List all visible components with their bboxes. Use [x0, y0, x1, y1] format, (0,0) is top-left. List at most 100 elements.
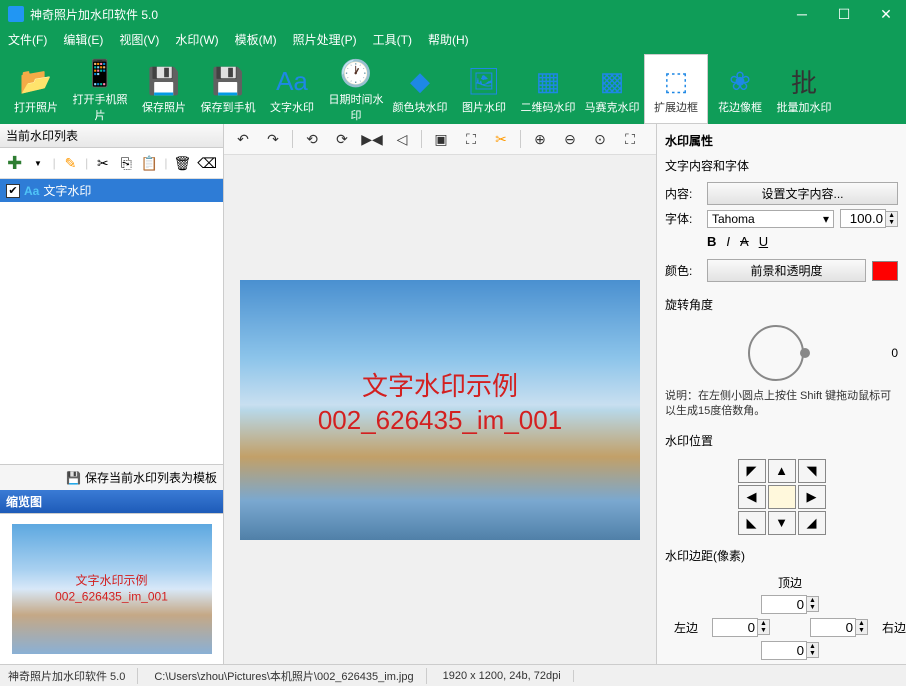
flip-v-icon[interactable]: ◁ — [391, 128, 413, 150]
tool-11[interactable]: ❀花边像框 — [708, 54, 772, 124]
save-icon: 💾 — [66, 471, 81, 485]
minimize-button[interactable]: ─ — [790, 6, 814, 23]
tool-5[interactable]: 🕐日期时间水印 — [324, 54, 388, 124]
pos-tr[interactable]: ◥ — [798, 459, 826, 483]
zoom-actual-icon[interactable]: ⊙ — [589, 128, 611, 150]
tool-2[interactable]: 💾保存照片 — [132, 54, 196, 124]
close-button[interactable]: ✕ — [874, 6, 898, 23]
menu-edit[interactable]: 编辑(E) — [63, 31, 103, 48]
crop-icon[interactable]: ▣ — [430, 128, 452, 150]
thumbnail-image[interactable]: 文字水印示例 002_626435_im_001 — [12, 524, 212, 654]
rotate-header: 旋转角度 — [665, 292, 898, 317]
rotate-value: 0 — [891, 346, 898, 360]
paste-icon[interactable]: 📋 — [141, 152, 158, 174]
canvas-image[interactable]: 文字水印示例 002_626435_im_001 — [240, 280, 640, 540]
menu-tools[interactable]: 工具(T) — [373, 31, 412, 48]
pos-tl[interactable]: ◤ — [738, 459, 766, 483]
underline-button[interactable]: U — [759, 234, 768, 249]
menu-watermark[interactable]: 水印(W) — [175, 31, 218, 48]
tool-7[interactable]: 🖼图片水印 — [452, 54, 516, 124]
zoom-out-icon[interactable]: ⊖ — [559, 128, 581, 150]
color-label: 颜色: — [665, 262, 701, 279]
status-app: 神奇照片加水印软件 5.0 — [8, 668, 138, 684]
margin-left-input[interactable]: ▲▼ — [712, 618, 770, 637]
tool-8[interactable]: ▦二维码水印 — [516, 54, 580, 124]
italic-button[interactable]: I — [726, 234, 730, 249]
tool-12[interactable]: 批批量加水印 — [772, 54, 836, 124]
margin-right-label: 右边 — [882, 619, 906, 636]
watermark-list: ✔ Aa 文字水印 — [0, 179, 223, 464]
font-label: 字体: — [665, 210, 701, 227]
margin-right-input[interactable]: ▲▼ — [810, 618, 868, 637]
tool-icon: 💾 — [212, 63, 244, 99]
color-button[interactable]: 前景和透明度 — [707, 259, 866, 282]
app-icon — [8, 6, 24, 22]
save-template-bar: 💾 保存当前水印列表为模板 — [0, 464, 223, 490]
zoom-in-icon[interactable]: ⊕ — [529, 128, 551, 150]
undo-icon[interactable]: ↶ — [232, 128, 254, 150]
status-path: C:\Users\zhou\Pictures\本机照片\002_626435_i… — [154, 668, 426, 684]
save-template-button[interactable]: 保存当前水印列表为模板 — [85, 469, 217, 486]
watermark-item[interactable]: ✔ Aa 文字水印 — [0, 179, 223, 202]
props-header: 水印属性 — [665, 128, 898, 153]
window-title: 神奇照片加水印软件 5.0 — [30, 6, 790, 23]
strike-button[interactable]: A — [740, 234, 749, 249]
bold-button[interactable]: B — [707, 234, 716, 249]
margin-top-label: 顶边 — [778, 574, 802, 591]
redo-icon[interactable]: ↷ — [262, 128, 284, 150]
properties-panel: 水印属性 文字内容和字体 内容: 设置文字内容... 字体: Tahoma ▾ … — [656, 124, 906, 664]
tool-label: 图片水印 — [462, 99, 506, 115]
tool-6[interactable]: ◆颜色块水印 — [388, 54, 452, 124]
color-swatch[interactable] — [872, 261, 898, 281]
fullscreen-icon[interactable]: ⛶ — [619, 128, 641, 150]
copy-icon[interactable]: ⎘ — [118, 152, 135, 174]
font-size-input[interactable]: ▲▼ — [840, 209, 898, 228]
position-grid: ◤ ▲ ◥ ◀ ▶ ◣ ▼ ◢ — [738, 459, 826, 535]
edit-icon[interactable]: ✎ — [62, 152, 79, 174]
pos-c[interactable] — [768, 485, 796, 509]
dropdown-icon[interactable]: ▼ — [29, 152, 46, 174]
pos-l[interactable]: ◀ — [738, 485, 766, 509]
menu-view[interactable]: 视图(V) — [119, 31, 159, 48]
margin-top-input[interactable]: ▲▼ — [761, 595, 819, 614]
canvas-watermark[interactable]: 文字水印示例 002_626435_im_001 — [318, 371, 562, 439]
tool-4[interactable]: Aa文字水印 — [260, 54, 324, 124]
margin-bottom-input[interactable]: ▲▼ — [761, 641, 819, 660]
checkbox-icon[interactable]: ✔ — [6, 184, 20, 198]
tool-1[interactable]: 📱打开手机照片 — [68, 54, 132, 124]
thumbnail-header: 缩览图 — [0, 490, 223, 514]
tool-9[interactable]: ▩马赛克水印 — [580, 54, 644, 124]
menu-help[interactable]: 帮助(H) — [428, 31, 469, 48]
tool-3[interactable]: 💾保存到手机 — [196, 54, 260, 124]
menu-template[interactable]: 模板(M) — [235, 31, 277, 48]
tool-0[interactable]: 📂打开照片 — [4, 54, 68, 124]
set-content-button[interactable]: 设置文字内容... — [707, 182, 898, 205]
pos-bl[interactable]: ◣ — [738, 511, 766, 535]
list-toolbar: ✚ ▼ | ✎ | ✂ ⎘ 📋 | 🗑 ⌫ — [0, 148, 223, 179]
watermark-item-label: 文字水印 — [43, 182, 91, 199]
rotate-left-icon[interactable]: ⟲ — [301, 128, 323, 150]
delete-icon[interactable]: 🗑 — [173, 152, 191, 174]
text-icon: Aa — [24, 184, 39, 198]
rotate-dial[interactable] — [748, 325, 804, 381]
clear-icon[interactable]: ⌫ — [197, 152, 217, 174]
flip-h-icon[interactable]: ▶◀ — [361, 128, 383, 150]
pos-b[interactable]: ▼ — [768, 511, 796, 535]
add-icon[interactable]: ✚ — [6, 152, 23, 174]
pos-r[interactable]: ▶ — [798, 485, 826, 509]
canvas-area[interactable]: 文字水印示例 002_626435_im_001 — [224, 155, 656, 664]
tool-10[interactable]: ⬚扩展边框 — [644, 54, 708, 124]
cut-icon[interactable]: ✂ — [94, 152, 111, 174]
pos-br[interactable]: ◢ — [798, 511, 826, 535]
maximize-button[interactable]: ☐ — [832, 6, 856, 23]
menu-file[interactable]: 文件(F) — [8, 31, 47, 48]
tool-icon: Aa — [276, 63, 308, 99]
font-select[interactable]: Tahoma ▾ — [707, 210, 834, 228]
section-font: 文字内容和字体 — [665, 153, 898, 178]
pos-t[interactable]: ▲ — [768, 459, 796, 483]
fit-icon[interactable]: ⛶ — [460, 128, 482, 150]
rotate-right-icon[interactable]: ⟳ — [331, 128, 353, 150]
main-toolbar: 📂打开照片📱打开手机照片💾保存照片💾保存到手机Aa文字水印🕐日期时间水印◆颜色块… — [0, 50, 906, 124]
menu-photo[interactable]: 照片处理(P) — [293, 31, 357, 48]
crop-tool-icon[interactable]: ✂ — [490, 128, 512, 150]
